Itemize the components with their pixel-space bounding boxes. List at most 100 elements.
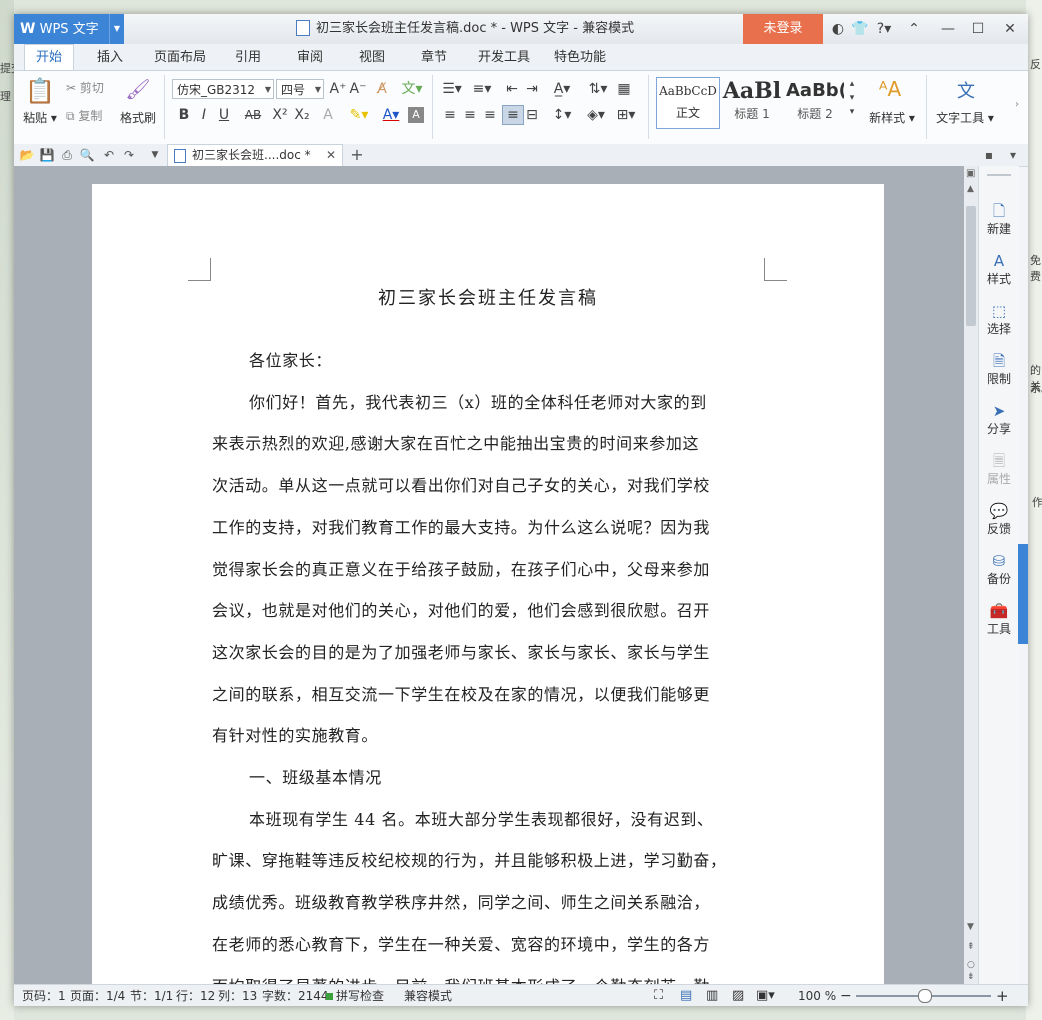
styles-scroll-icon[interactable]: ▴ ▾ ▾ bbox=[846, 77, 858, 119]
justify-icon[interactable]: ≡ bbox=[502, 105, 524, 125]
panel-expand-handle[interactable] bbox=[1018, 544, 1028, 644]
help-icon[interactable]: ?▾ bbox=[872, 14, 896, 44]
next-page-icon[interactable]: ⇟ bbox=[967, 972, 975, 982]
document-page[interactable]: 初三家长会班主任发言稿 各位家长： 你们好！首先，我代表初三（x）班的全体科任老… bbox=[92, 184, 884, 996]
app-menu-button[interactable]: W WPS 文字 ▼ bbox=[14, 14, 124, 44]
char-shading-icon[interactable]: A bbox=[408, 107, 424, 123]
format-painter-icon[interactable]: 🖌 bbox=[120, 77, 156, 101]
scroll-up-icon[interactable]: ▲ bbox=[967, 184, 974, 194]
font-color-icon[interactable]: A▾ bbox=[378, 105, 404, 125]
close-button[interactable]: ✕ bbox=[998, 14, 1022, 44]
text-direction-icon[interactable]: A̲▾ bbox=[548, 79, 576, 99]
align-center-icon[interactable]: ≡ bbox=[460, 105, 480, 125]
print-preview-icon[interactable]: 🔍 bbox=[78, 144, 96, 166]
side-backup-button[interactable]: ⛁ 备份 bbox=[979, 552, 1019, 587]
copy-button[interactable]: ⧉ 复制 bbox=[66, 107, 122, 124]
fullscreen-view-icon[interactable]: ⛶ bbox=[654, 985, 663, 1006]
tab-review[interactable]: 审阅 bbox=[290, 44, 330, 70]
zoom-level[interactable]: 100 % bbox=[798, 985, 836, 1006]
redo-icon[interactable]: ↷ bbox=[120, 144, 138, 166]
undo-icon[interactable]: ↶ bbox=[100, 144, 118, 166]
distributed-align-icon[interactable]: ⊟ bbox=[522, 105, 542, 125]
text-tools-button[interactable]: 文字工具 ▾ bbox=[932, 109, 998, 126]
strikethrough-icon[interactable]: AB bbox=[240, 105, 266, 125]
numbering-icon[interactable]: ≡▾ bbox=[468, 79, 496, 99]
tab-list-icon[interactable]: ▪ bbox=[980, 144, 998, 166]
grow-font-icon[interactable]: A⁺ bbox=[328, 79, 348, 99]
tab-chapter[interactable]: 章节 bbox=[414, 44, 454, 70]
tab-menu-icon[interactable]: ▾ bbox=[1004, 144, 1022, 166]
side-feedback-button[interactable]: 💬 反馈 bbox=[979, 502, 1019, 537]
spellcheck-toggle[interactable]: 拼写检查 bbox=[326, 985, 384, 1006]
print-icon[interactable]: ⎙ bbox=[58, 144, 76, 166]
shirt-icon[interactable]: 👕 bbox=[850, 14, 870, 44]
new-style-button[interactable]: 新样式 ▾ bbox=[866, 109, 918, 126]
clear-format-icon[interactable]: A̸ bbox=[372, 79, 392, 99]
status-wordcount[interactable]: 字数：2144 bbox=[262, 985, 329, 1006]
line-spacing-icon[interactable]: ↕▾ bbox=[548, 105, 576, 125]
split-view-icon[interactable]: ▣ bbox=[966, 168, 975, 179]
style-heading-2[interactable]: AaBb( 标题 2 bbox=[786, 77, 844, 127]
increase-indent-icon[interactable]: ⇥ bbox=[522, 79, 542, 99]
font-size-select[interactable]: 四号 ▼ bbox=[276, 79, 324, 99]
side-styles-button[interactable]: A 样式 bbox=[979, 252, 1019, 287]
align-left-icon[interactable]: ≡ bbox=[440, 105, 460, 125]
side-restrict-button[interactable]: 🗎 限制 bbox=[979, 352, 1019, 387]
highlight-icon[interactable]: ✎▾ bbox=[344, 105, 374, 125]
login-button[interactable]: 未登录 bbox=[743, 14, 823, 44]
zoom-in-icon[interactable]: + bbox=[996, 985, 1009, 1006]
scroll-down-icon[interactable]: ▼ bbox=[967, 922, 974, 932]
font-name-select[interactable]: 仿宋_GB2312 ▼ bbox=[172, 79, 274, 99]
phonetic-guide-icon[interactable]: 文▾ bbox=[398, 79, 426, 99]
style-heading-1[interactable]: AaBl 标题 1 bbox=[722, 77, 782, 127]
chevron-down-icon[interactable]: ▼ bbox=[109, 14, 124, 44]
browse-object-icon[interactable]: ○ bbox=[967, 960, 975, 970]
side-tools-button[interactable]: 🧰 工具 bbox=[979, 602, 1019, 637]
tab-insert[interactable]: 插入 bbox=[90, 44, 130, 70]
tab-page-layout[interactable]: 页面布局 bbox=[148, 44, 212, 70]
tab-special-features[interactable]: 特色功能 bbox=[548, 44, 612, 70]
tab-view[interactable]: 视图 bbox=[352, 44, 392, 70]
outline-view-icon[interactable]: ▥ bbox=[706, 985, 718, 1006]
previous-page-icon[interactable]: ⇞ bbox=[967, 942, 975, 952]
style-normal[interactable]: AaBbCcD 正文 bbox=[656, 77, 720, 129]
vertical-scrollbar[interactable]: ▣ ▲ ▼ ⇞ ○ ⇟ bbox=[964, 166, 978, 984]
paste-button[interactable]: 粘贴 ▾ bbox=[20, 109, 60, 126]
page-view-icon[interactable]: ▤ bbox=[680, 985, 692, 1006]
open-folder-icon[interactable]: 📂 bbox=[18, 144, 36, 166]
skin-icon[interactable]: ◐ bbox=[828, 14, 848, 44]
reading-view-icon[interactable]: ▣▾ bbox=[756, 985, 775, 1006]
align-right-icon[interactable]: ≡ bbox=[480, 105, 500, 125]
document-tab[interactable]: 初三家长会班....doc * ✕ bbox=[167, 144, 343, 166]
side-share-button[interactable]: ➤ 分享 bbox=[979, 402, 1019, 437]
zoom-out-icon[interactable]: − bbox=[840, 985, 852, 1006]
web-view-icon[interactable]: ▨ bbox=[732, 985, 744, 1006]
table-grid-icon[interactable]: ▦ bbox=[614, 79, 634, 99]
tab-references[interactable]: 引用 bbox=[228, 44, 268, 70]
superscript-icon[interactable]: X² bbox=[270, 105, 290, 125]
side-properties-button[interactable]: 🗏 属性 bbox=[979, 452, 1019, 487]
text-tools-icon[interactable]: 文 bbox=[948, 77, 984, 103]
decrease-indent-icon[interactable]: ⇤ bbox=[502, 79, 522, 99]
maximize-button[interactable]: ☐ bbox=[966, 14, 990, 44]
close-tab-icon[interactable]: ✕ bbox=[326, 145, 336, 165]
scrollbar-thumb[interactable] bbox=[966, 206, 976, 326]
tab-developer[interactable]: 开发工具 bbox=[472, 44, 536, 70]
italic-icon[interactable]: I bbox=[194, 105, 214, 125]
side-select-button[interactable]: ⬚ 选择 bbox=[979, 302, 1019, 337]
borders-icon[interactable]: ⊞▾ bbox=[612, 105, 640, 125]
customize-toolbar-icon[interactable]: ▼ bbox=[146, 144, 164, 166]
zoom-slider-thumb[interactable] bbox=[918, 989, 932, 1003]
collapse-ribbon-icon[interactable]: ⌃ bbox=[904, 14, 924, 44]
paste-icon[interactable]: 📋 bbox=[24, 77, 56, 105]
new-tab-icon[interactable]: + bbox=[348, 144, 366, 166]
sort-icon[interactable]: ⇅▾ bbox=[584, 79, 612, 99]
minimize-button[interactable]: — bbox=[936, 14, 960, 44]
format-painter-button[interactable]: 格式刷 bbox=[116, 109, 160, 126]
bullets-icon[interactable]: ☰▾ bbox=[438, 79, 466, 99]
shading-fill-icon[interactable]: ◈▾ bbox=[582, 105, 610, 125]
tab-home[interactable]: 开始 bbox=[24, 44, 74, 71]
subscript-icon[interactable]: X₂ bbox=[292, 105, 312, 125]
bold-icon[interactable]: B bbox=[174, 105, 194, 125]
side-new-button[interactable]: 🗋 新建 bbox=[979, 202, 1019, 237]
